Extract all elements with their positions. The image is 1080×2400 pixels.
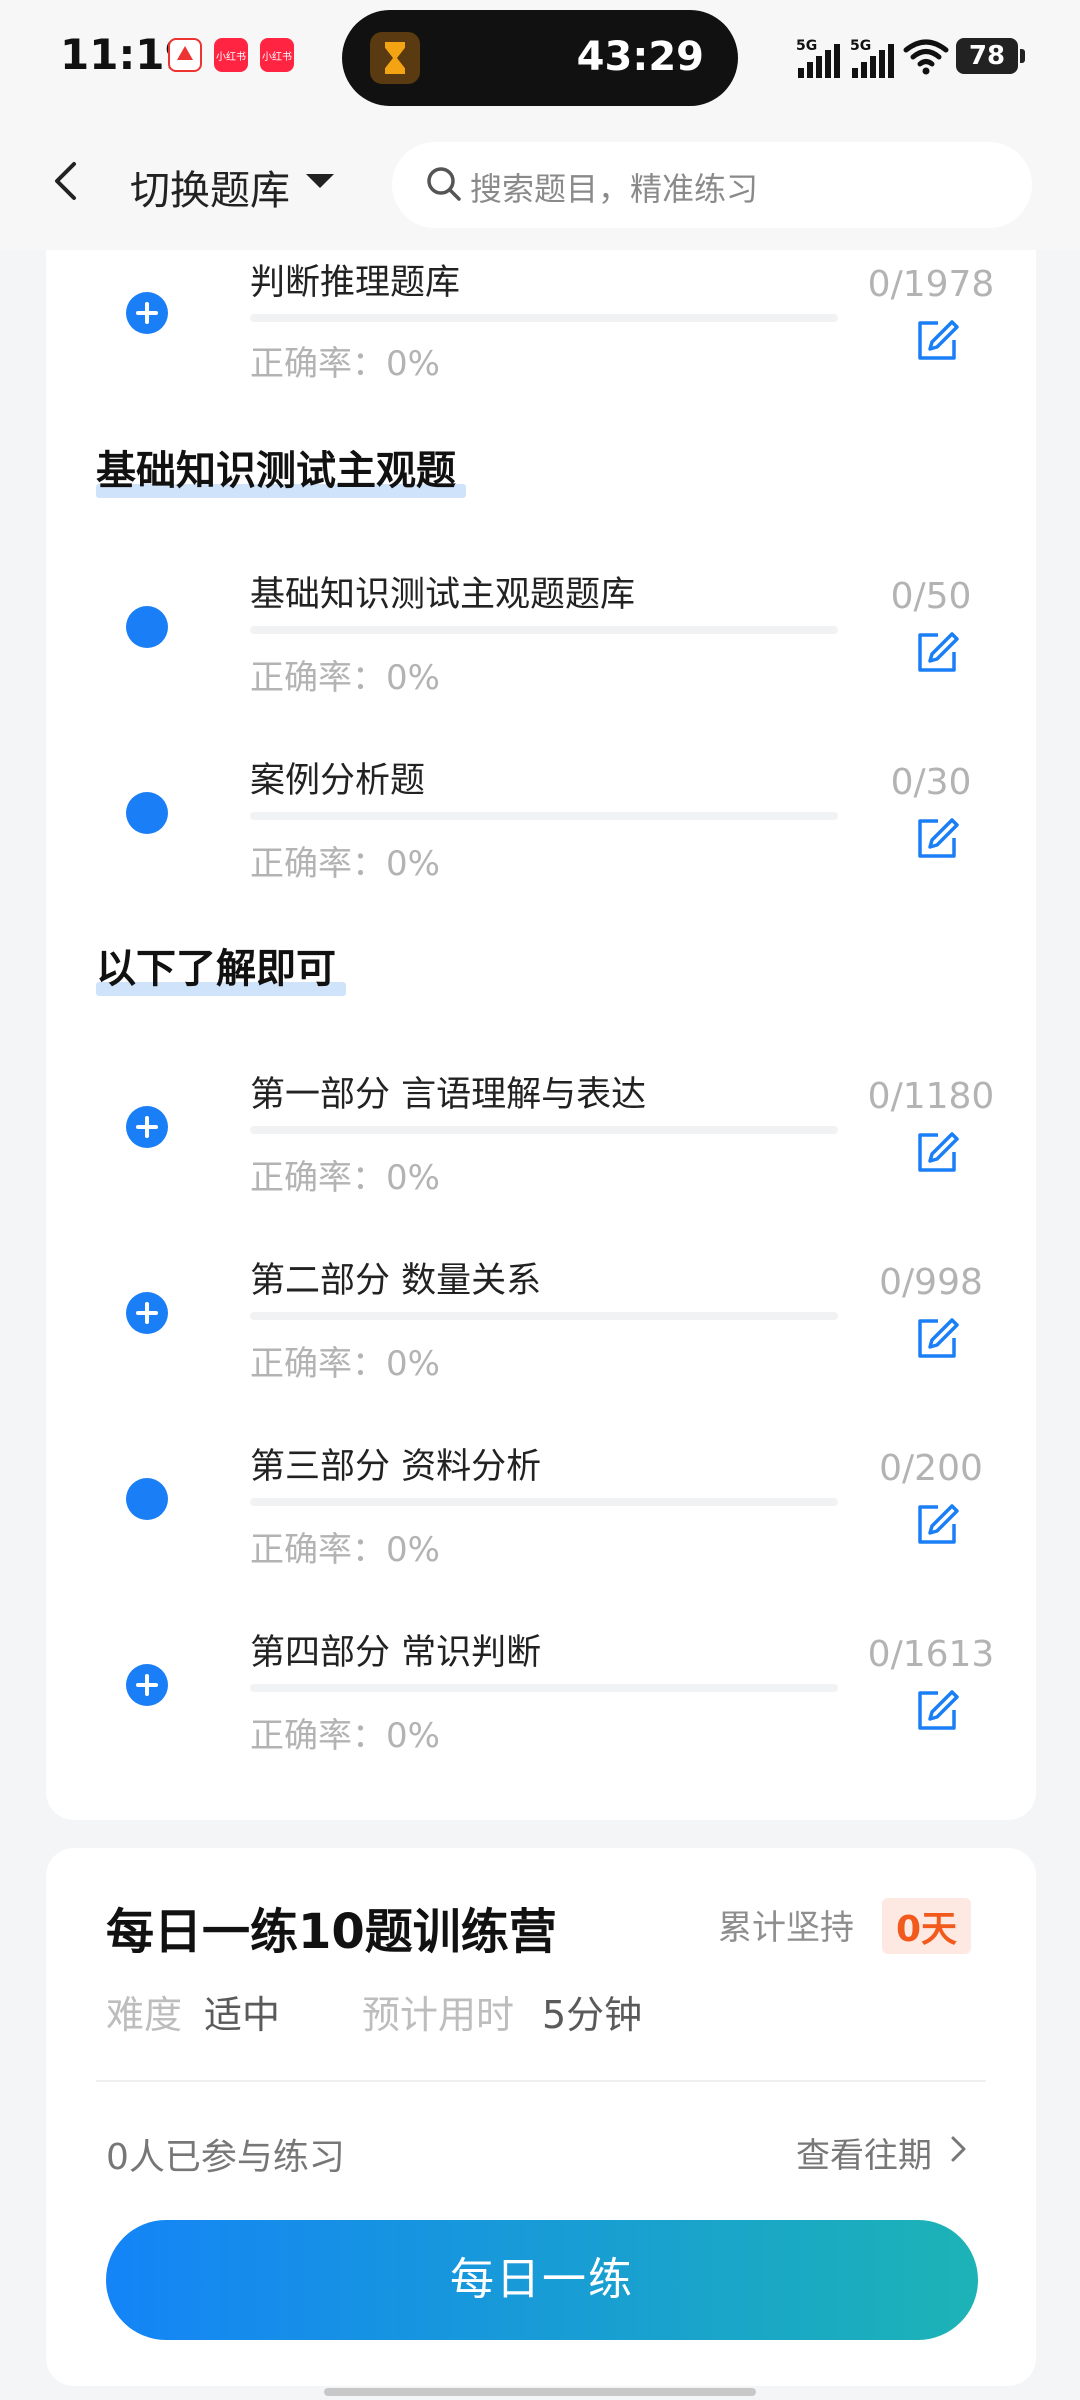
expand-plus-icon[interactable] [126,1106,168,1148]
list-item[interactable]: 第三部分 资料分析 正确率：0% 0/200 [46,1424,1036,1574]
timer-text: 43:29 [576,34,704,80]
progress-bar [250,812,838,820]
item-count: 0/30 [890,762,972,803]
bullet-dot-icon [126,792,168,834]
item-count: 0/998 [879,1262,983,1303]
progress-bar [250,626,838,634]
list-item[interactable]: 案例分析题 正确率：0% 0/30 [46,742,1036,892]
edit-icon[interactable] [914,1130,960,1176]
xiaohongshu-icon-label: 小红书 [216,52,246,63]
divider [96,2080,986,2082]
participants-count: 0人已参与练习 [106,2137,345,2178]
difficulty-label: 难度 [106,1993,183,2037]
difficulty-value: 适中 [204,1993,281,2037]
history-link[interactable]: 查看往期 [796,2128,932,2177]
item-accuracy: 正确率：0% [250,1344,440,1384]
list-item[interactable]: 第二部分 数量关系 正确率：0% 0/998 [46,1238,1036,1388]
progress-bar [250,1312,838,1320]
wifi-icon [903,39,949,75]
progress-bar [250,1684,838,1692]
edit-icon[interactable] [914,1688,960,1734]
expand-plus-icon[interactable] [126,1292,168,1334]
edit-icon[interactable] [914,318,960,364]
item-count: 0/50 [890,576,972,617]
item-count: 0/1978 [867,264,995,305]
daily-practice-button[interactable]: 每日一练 [106,2220,978,2340]
signal-icon: 5G [850,38,896,78]
item-count: 0/1180 [867,1076,995,1117]
item-accuracy: 正确率：0% [250,844,440,884]
list-item[interactable]: 基础知识测试主观题题库 正确率：0% 0/50 [46,556,1036,706]
item-title: 基础知识测试主观题题库 [250,575,636,615]
xiaohongshu-icon: 小红书 [214,38,248,72]
network-label: 5G [796,38,818,54]
edit-icon[interactable] [914,1502,960,1548]
chevron-right-icon[interactable] [946,2134,970,2164]
item-accuracy: 正确率：0% [250,1716,440,1756]
progress-bar [250,1498,838,1506]
list-item[interactable]: 第四部分 常识判断 正确率：0% 0/1613 [46,1610,1036,1760]
status-bar: 11:19 小红书 小红书 43:29 5G 5G 78 [0,0,1080,118]
persist-days-badge: 0天 [882,1898,972,1954]
item-title: 第四部分 常识判断 [250,1633,542,1673]
item-accuracy: 正确率：0% [250,658,440,698]
edit-icon[interactable] [914,1316,960,1362]
edit-icon[interactable] [914,630,960,676]
persist-label: 累计坚持 [718,1908,854,1948]
caret-down-icon[interactable] [306,174,334,188]
time-value: 5分钟 [542,1993,643,2037]
question-bank-list: 判断推理题库 正确率：0% 0/1978 基础知识测试主观题 基础知识测试主观题… [46,250,1036,1820]
item-title: 判断推理题库 [250,263,461,303]
top-nav: 切换题库 搜索题目，精准练习 [0,118,1080,250]
item-title: 第二部分 数量关系 [250,1261,542,1301]
item-accuracy: 正确率：0% [250,1158,440,1198]
time-label: 预计用时 [362,1993,515,2037]
item-count: 0/1613 [867,1634,995,1675]
list-item[interactable]: 第一部分 言语理解与表达 正确率：0% 0/1180 [46,1052,1036,1202]
network-label: 5G [850,38,872,54]
app-icon [168,38,202,72]
section-title: 以下了解即可 [96,936,346,996]
expand-plus-icon[interactable] [126,1664,168,1706]
hourglass-icon [370,32,420,84]
battery-indicator: 78 [956,38,1025,74]
expand-plus-icon[interactable] [126,292,168,334]
item-count: 0/200 [879,1448,983,1489]
dynamic-island-timer[interactable]: 43:29 [342,10,738,106]
bullet-dot-icon [126,606,168,648]
section-title: 基础知识测试主观题 [96,438,466,498]
bullet-dot-icon [126,1478,168,1520]
item-title: 案例分析题 [250,761,426,801]
list-item[interactable]: 判断推理题库 正确率：0% 0/1978 [46,250,1036,400]
item-title: 第一部分 言语理解与表达 [250,1075,647,1115]
item-accuracy: 正确率：0% [250,1530,440,1570]
xiaohongshu-icon: 小红书 [260,38,294,72]
daily-practice-card: 每日一练10题训练营 累计坚持 0天 难度 适中 预计用时 5分钟 0人已参与练… [46,1848,1036,2386]
xiaohongshu-icon-label: 小红书 [262,52,292,63]
daily-title: 每日一练10题训练营 [106,1904,557,1960]
item-accuracy: 正确率：0% [250,344,440,384]
search-placeholder: 搜索题目，精准练习 [470,170,759,208]
item-title: 第三部分 资料分析 [250,1447,542,1487]
progress-bar [250,1126,838,1134]
search-icon [427,167,461,201]
progress-bar [250,314,838,322]
signal-icon: 5G [796,38,842,78]
edit-icon[interactable] [914,816,960,862]
section-title-text: 基础知识测试主观题 [96,448,456,494]
home-indicator[interactable] [324,2388,756,2396]
section-title-text: 以下了解即可 [96,946,336,992]
chevron-left-icon[interactable] [44,158,90,204]
switch-bank-button[interactable]: 切换题库 [130,158,290,216]
search-input[interactable]: 搜索题目，精准练习 [392,142,1032,228]
